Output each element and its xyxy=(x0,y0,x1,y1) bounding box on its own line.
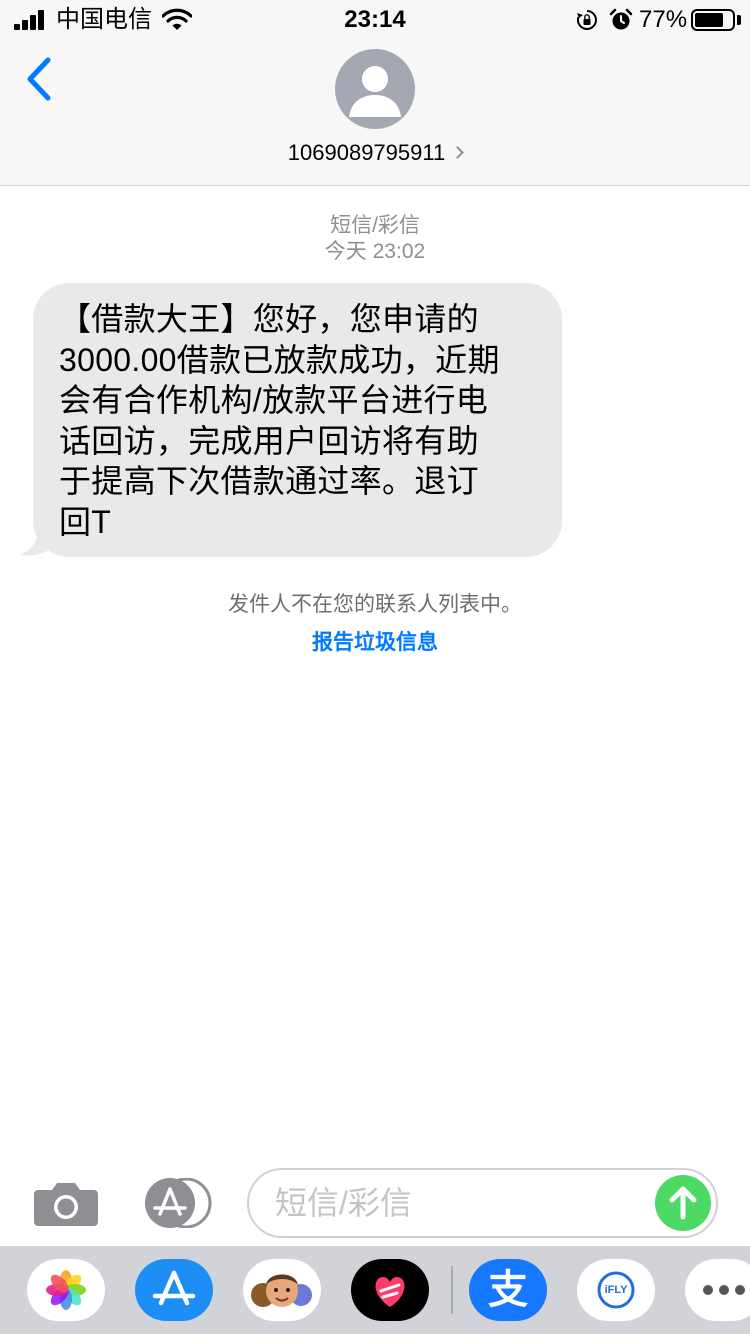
app-store-icon[interactable] xyxy=(135,1259,213,1321)
message-text: 【借款大王】您好，您申请的 3000.00借款已放款成功，近期 会有合作机构/放… xyxy=(59,301,500,540)
chevron-right-icon xyxy=(451,146,465,159)
battery-icon xyxy=(691,9,735,31)
ifly-icon[interactable]: iFLY xyxy=(577,1259,655,1321)
alipay-icon[interactable]: 支 xyxy=(469,1259,547,1321)
alarm-icon xyxy=(609,8,633,30)
battery-level xyxy=(695,13,723,27)
photos-petals xyxy=(46,1270,86,1310)
send-button[interactable] xyxy=(655,1175,711,1231)
chevron-left-icon[interactable] xyxy=(22,56,56,102)
ifly-label: iFLY xyxy=(604,1284,628,1296)
heart-sticker-icon[interactable] xyxy=(351,1259,429,1321)
app-store-icon[interactable] xyxy=(140,1178,214,1228)
heart-glyph xyxy=(375,1277,405,1307)
alipay-glyph: 支 xyxy=(488,1267,528,1313)
orientation-lock-icon xyxy=(577,10,597,30)
memoji-icon[interactable] xyxy=(243,1259,321,1321)
more-dots xyxy=(703,1285,745,1295)
message-type-label: 短信/彩信 xyxy=(330,214,420,237)
battery-percent: 77% xyxy=(639,6,688,33)
contact-info-button[interactable]: 1069089795911 xyxy=(0,140,750,166)
clock: 23:14 xyxy=(344,6,406,33)
conversation-header: 1069089795911 xyxy=(0,40,750,186)
status-bar: 中国电信 23:14 77% xyxy=(0,0,750,40)
report-junk-link[interactable]: 报告垃圾信息 xyxy=(0,629,750,657)
app-store-glyph xyxy=(152,1270,196,1306)
sender-not-in-contacts-notice: 发件人不在您的联系人列表中。 xyxy=(228,593,522,616)
message-timestamp: 今天 23:02 xyxy=(324,240,426,263)
photos-icon[interactable] xyxy=(27,1259,105,1321)
message-input[interactable] xyxy=(247,1168,718,1238)
drawer-divider xyxy=(451,1266,453,1314)
contact-number: 1069089795911 xyxy=(287,140,446,165)
camera-icon[interactable] xyxy=(34,1180,98,1226)
contact-avatar[interactable] xyxy=(335,49,415,129)
more-icon[interactable] xyxy=(685,1259,750,1321)
arrow-up-icon xyxy=(669,1186,697,1220)
battery-tip xyxy=(737,15,741,25)
memoji-faces xyxy=(251,1274,312,1307)
person-silhouette-icon xyxy=(349,66,401,117)
imessage-app-drawer: 支 iFLY xyxy=(0,1246,750,1334)
incoming-message-bubble[interactable]: 【借款大王】您好，您申请的 3000.00借款已放款成功，近期 会有合作机构/放… xyxy=(33,283,562,557)
